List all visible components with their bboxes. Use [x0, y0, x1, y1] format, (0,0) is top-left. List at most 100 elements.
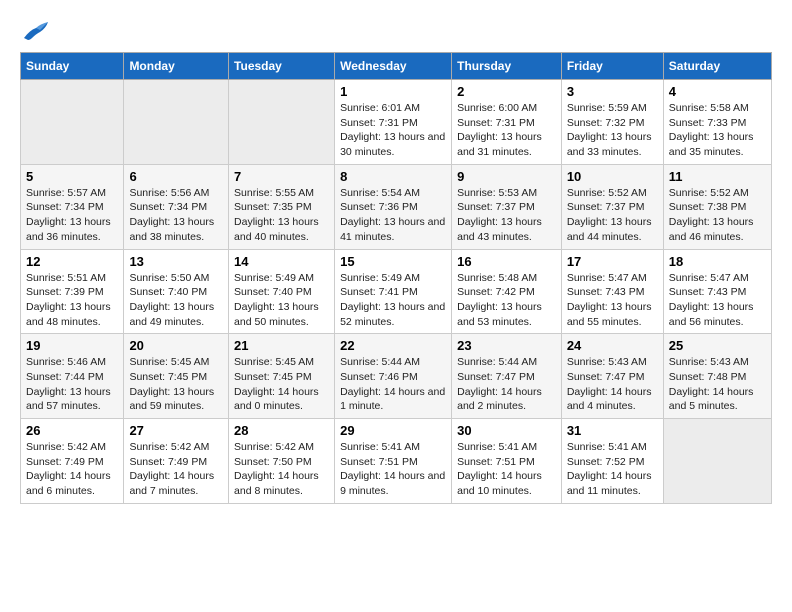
- day-number: 26: [26, 423, 118, 438]
- calendar-cell: 6 Sunrise: 5:56 AM Sunset: 7:34 PM Daylig…: [124, 164, 229, 249]
- day-number: 31: [567, 423, 658, 438]
- calendar-cell: 27 Sunrise: 5:42 AM Sunset: 7:49 PM Dayli…: [124, 419, 229, 504]
- cell-info: Sunrise: 5:51 AM Sunset: 7:39 PM Dayligh…: [26, 271, 118, 330]
- calendar-cell: [21, 80, 124, 165]
- day-number: 23: [457, 338, 556, 353]
- day-number: 22: [340, 338, 446, 353]
- calendar-table: SundayMondayTuesdayWednesdayThursdayFrid…: [20, 52, 772, 504]
- cell-info: Sunrise: 5:41 AM Sunset: 7:51 PM Dayligh…: [457, 440, 556, 499]
- cell-info: Sunrise: 5:42 AM Sunset: 7:50 PM Dayligh…: [234, 440, 329, 499]
- day-number: 8: [340, 169, 446, 184]
- day-number: 18: [669, 254, 766, 269]
- day-number: 5: [26, 169, 118, 184]
- calendar-cell: [229, 80, 335, 165]
- cell-info: Sunrise: 5:48 AM Sunset: 7:42 PM Dayligh…: [457, 271, 556, 330]
- day-number: 13: [129, 254, 223, 269]
- calendar-cell: 23 Sunrise: 5:44 AM Sunset: 7:47 PM Dayli…: [452, 334, 562, 419]
- cell-info: Sunrise: 5:44 AM Sunset: 7:47 PM Dayligh…: [457, 355, 556, 414]
- day-number: 28: [234, 423, 329, 438]
- col-header-monday: Monday: [124, 53, 229, 80]
- cell-info: Sunrise: 5:43 AM Sunset: 7:47 PM Dayligh…: [567, 355, 658, 414]
- col-header-friday: Friday: [561, 53, 663, 80]
- col-header-thursday: Thursday: [452, 53, 562, 80]
- cell-info: Sunrise: 5:42 AM Sunset: 7:49 PM Dayligh…: [129, 440, 223, 499]
- calendar-cell: 31 Sunrise: 5:41 AM Sunset: 7:52 PM Dayli…: [561, 419, 663, 504]
- cell-info: Sunrise: 5:47 AM Sunset: 7:43 PM Dayligh…: [567, 271, 658, 330]
- cell-info: Sunrise: 5:45 AM Sunset: 7:45 PM Dayligh…: [129, 355, 223, 414]
- day-number: 14: [234, 254, 329, 269]
- col-header-tuesday: Tuesday: [229, 53, 335, 80]
- cell-info: Sunrise: 5:47 AM Sunset: 7:43 PM Dayligh…: [669, 271, 766, 330]
- calendar-cell: [663, 419, 771, 504]
- calendar-cell: 22 Sunrise: 5:44 AM Sunset: 7:46 PM Dayli…: [335, 334, 452, 419]
- calendar-cell: 20 Sunrise: 5:45 AM Sunset: 7:45 PM Dayli…: [124, 334, 229, 419]
- cell-info: Sunrise: 5:54 AM Sunset: 7:36 PM Dayligh…: [340, 186, 446, 245]
- col-header-sunday: Sunday: [21, 53, 124, 80]
- calendar-cell: 24Sunrise: 5:43 AM Sunset: 7:47 PM Dayli…: [561, 334, 663, 419]
- logo: [20, 20, 50, 42]
- calendar-cell: 28 Sunrise: 5:42 AM Sunset: 7:50 PM Dayli…: [229, 419, 335, 504]
- cell-info: Sunrise: 5:44 AM Sunset: 7:46 PM Dayligh…: [340, 355, 446, 414]
- calendar-cell: 5 Sunrise: 5:57 AM Sunset: 7:34 PM Daylig…: [21, 164, 124, 249]
- day-number: 4: [669, 84, 766, 99]
- calendar-cell: 3 Sunrise: 5:59 AM Sunset: 7:32 PM Daylig…: [561, 80, 663, 165]
- calendar-cell: 21 Sunrise: 5:45 AM Sunset: 7:45 PM Dayli…: [229, 334, 335, 419]
- cell-info: Sunrise: 5:55 AM Sunset: 7:35 PM Dayligh…: [234, 186, 329, 245]
- calendar-cell: 9 Sunrise: 5:53 AM Sunset: 7:37 PM Daylig…: [452, 164, 562, 249]
- calendar-cell: 19 Sunrise: 5:46 AM Sunset: 7:44 PM Dayli…: [21, 334, 124, 419]
- cell-info: Sunrise: 5:41 AM Sunset: 7:52 PM Dayligh…: [567, 440, 658, 499]
- cell-info: Sunrise: 5:46 AM Sunset: 7:44 PM Dayligh…: [26, 355, 118, 414]
- cell-info: Sunrise: 5:56 AM Sunset: 7:34 PM Dayligh…: [129, 186, 223, 245]
- calendar-cell: 12 Sunrise: 5:51 AM Sunset: 7:39 PM Dayli…: [21, 249, 124, 334]
- day-number: 2: [457, 84, 556, 99]
- day-number: 19: [26, 338, 118, 353]
- calendar-cell: 10 Sunrise: 5:52 AM Sunset: 7:37 PM Dayli…: [561, 164, 663, 249]
- calendar-cell: 11 Sunrise: 5:52 AM Sunset: 7:38 PM Dayli…: [663, 164, 771, 249]
- col-header-saturday: Saturday: [663, 53, 771, 80]
- day-number: 1: [340, 84, 446, 99]
- calendar-cell: 26Sunrise: 5:42 AM Sunset: 7:49 PM Dayli…: [21, 419, 124, 504]
- cell-info: Sunrise: 5:53 AM Sunset: 7:37 PM Dayligh…: [457, 186, 556, 245]
- cell-info: Sunrise: 5:57 AM Sunset: 7:34 PM Dayligh…: [26, 186, 118, 245]
- cell-info: Sunrise: 5:59 AM Sunset: 7:32 PM Dayligh…: [567, 101, 658, 160]
- day-number: 11: [669, 169, 766, 184]
- cell-info: Sunrise: 5:58 AM Sunset: 7:33 PM Dayligh…: [669, 101, 766, 160]
- day-number: 12: [26, 254, 118, 269]
- page-header: [20, 20, 772, 42]
- calendar-cell: 2 Sunrise: 6:00 AM Sunset: 7:31 PM Daylig…: [452, 80, 562, 165]
- logo-bird-icon: [22, 20, 50, 42]
- day-number: 15: [340, 254, 446, 269]
- cell-info: Sunrise: 6:00 AM Sunset: 7:31 PM Dayligh…: [457, 101, 556, 160]
- calendar-cell: 1 Sunrise: 6:01 AM Sunset: 7:31 PM Daylig…: [335, 80, 452, 165]
- day-number: 9: [457, 169, 556, 184]
- day-number: 10: [567, 169, 658, 184]
- cell-info: Sunrise: 5:52 AM Sunset: 7:38 PM Dayligh…: [669, 186, 766, 245]
- cell-info: Sunrise: 6:01 AM Sunset: 7:31 PM Dayligh…: [340, 101, 446, 160]
- day-number: 25: [669, 338, 766, 353]
- cell-info: Sunrise: 5:45 AM Sunset: 7:45 PM Dayligh…: [234, 355, 329, 414]
- calendar-cell: 17 Sunrise: 5:47 AM Sunset: 7:43 PM Dayli…: [561, 249, 663, 334]
- calendar-cell: 8 Sunrise: 5:54 AM Sunset: 7:36 PM Daylig…: [335, 164, 452, 249]
- day-number: 30: [457, 423, 556, 438]
- cell-info: Sunrise: 5:50 AM Sunset: 7:40 PM Dayligh…: [129, 271, 223, 330]
- calendar-cell: 7 Sunrise: 5:55 AM Sunset: 7:35 PM Daylig…: [229, 164, 335, 249]
- cell-info: Sunrise: 5:49 AM Sunset: 7:41 PM Dayligh…: [340, 271, 446, 330]
- cell-info: Sunrise: 5:41 AM Sunset: 7:51 PM Dayligh…: [340, 440, 446, 499]
- day-number: 16: [457, 254, 556, 269]
- col-header-wednesday: Wednesday: [335, 53, 452, 80]
- day-number: 20: [129, 338, 223, 353]
- day-number: 6: [129, 169, 223, 184]
- cell-info: Sunrise: 5:43 AM Sunset: 7:48 PM Dayligh…: [669, 355, 766, 414]
- day-number: 3: [567, 84, 658, 99]
- calendar-cell: 15 Sunrise: 5:49 AM Sunset: 7:41 PM Dayli…: [335, 249, 452, 334]
- day-number: 21: [234, 338, 329, 353]
- calendar-cell: 25 Sunrise: 5:43 AM Sunset: 7:48 PM Dayli…: [663, 334, 771, 419]
- cell-info: Sunrise: 5:52 AM Sunset: 7:37 PM Dayligh…: [567, 186, 658, 245]
- cell-info: Sunrise: 5:49 AM Sunset: 7:40 PM Dayligh…: [234, 271, 329, 330]
- day-number: 29: [340, 423, 446, 438]
- calendar-cell: 13 Sunrise: 5:50 AM Sunset: 7:40 PM Dayli…: [124, 249, 229, 334]
- day-number: 7: [234, 169, 329, 184]
- day-number: 27: [129, 423, 223, 438]
- calendar-cell: 16 Sunrise: 5:48 AM Sunset: 7:42 PM Dayli…: [452, 249, 562, 334]
- day-number: 17: [567, 254, 658, 269]
